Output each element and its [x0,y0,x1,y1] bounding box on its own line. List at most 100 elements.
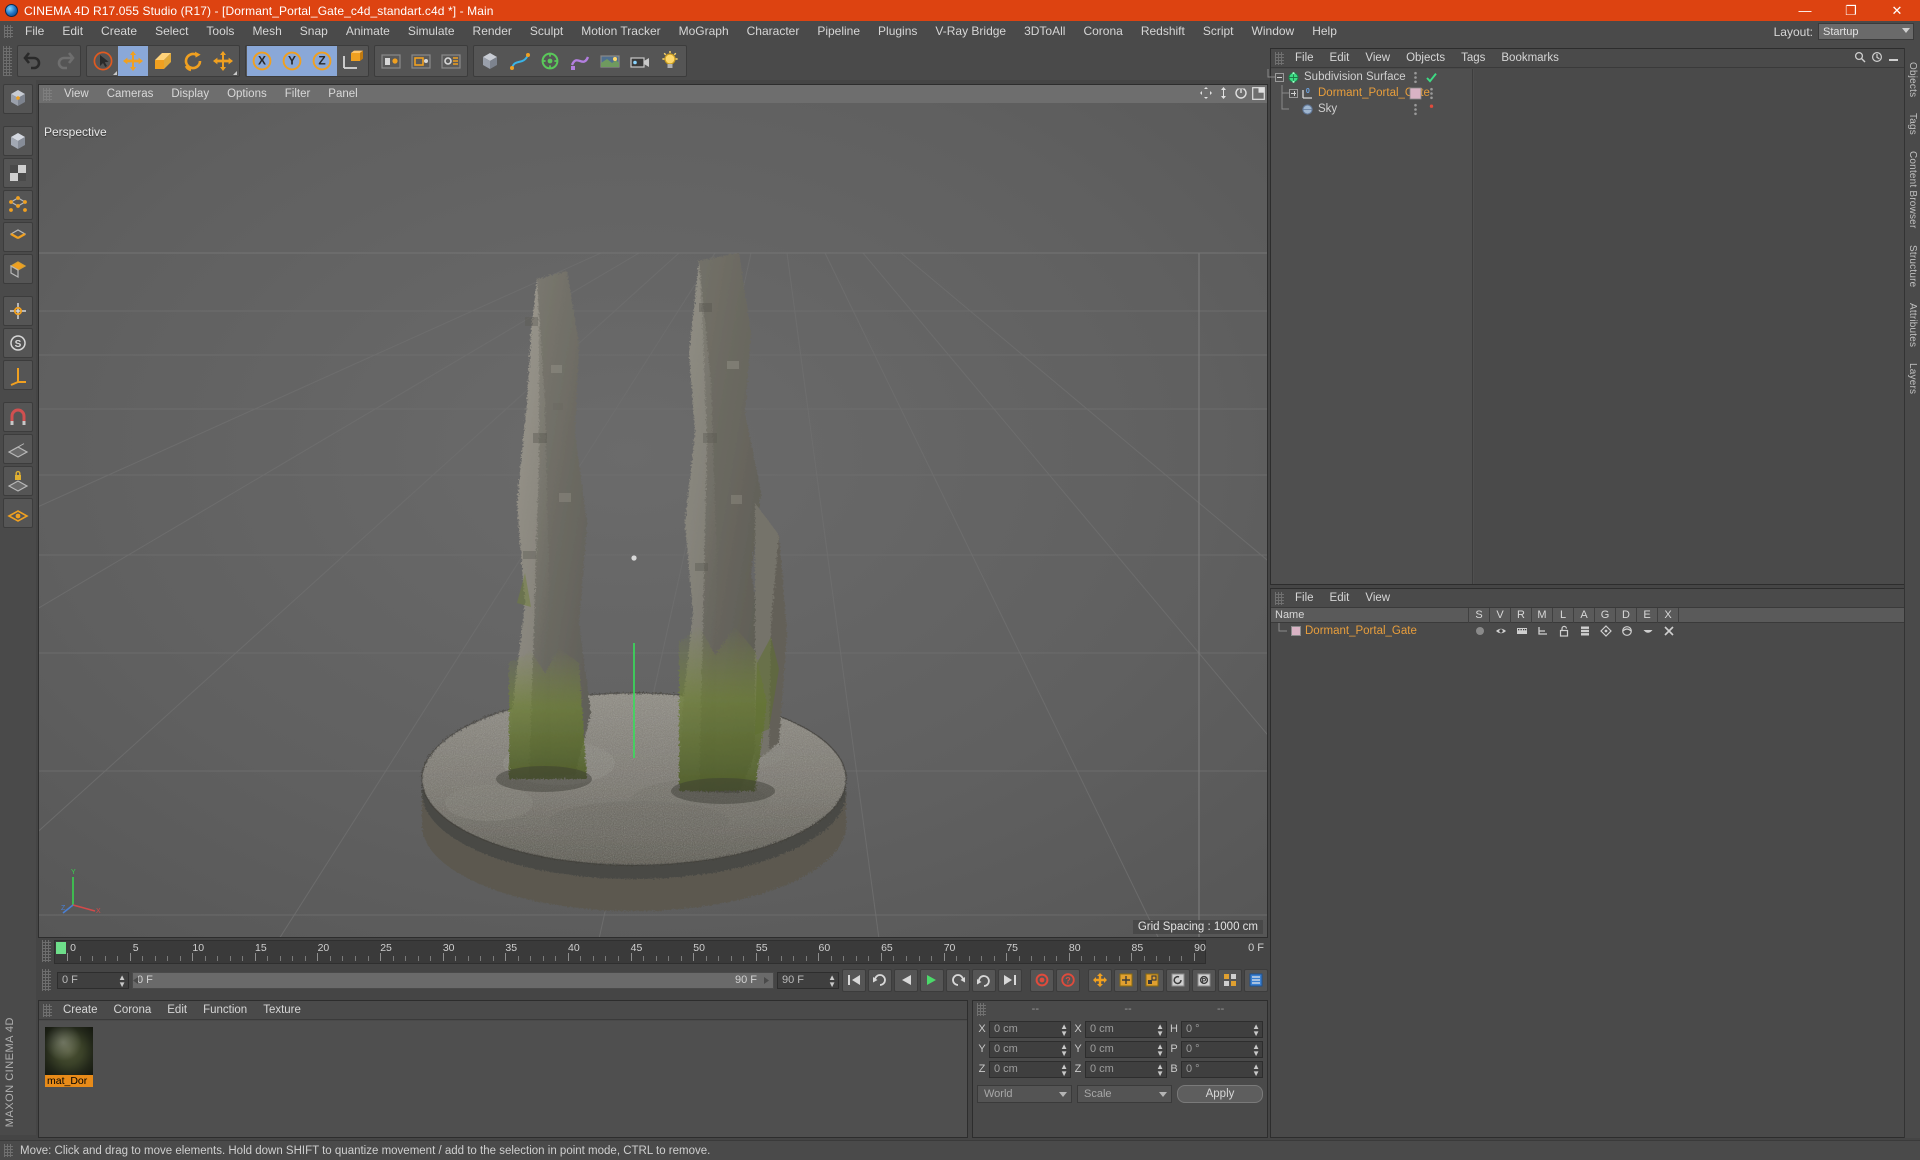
transform-mode-dropdown[interactable]: Scale [1077,1085,1172,1103]
material-list[interactable]: mat_Dor [39,1021,967,1137]
minimize-button[interactable]: — [1782,0,1828,21]
menu-script[interactable]: Script [1194,21,1243,42]
object-row[interactable]: 0 Dormant_Portal_Gate [1271,85,1472,101]
frame-range-slider[interactable]: 0 F 90 F [132,971,774,989]
play-forward-button[interactable] [920,968,944,992]
red-dot-tag[interactable] [1425,103,1438,116]
pla-key-button[interactable] [1218,968,1242,992]
visibility-dots-tag[interactable] [1409,71,1422,84]
toolbar-grip-icon[interactable] [3,46,12,76]
right-tab-structure[interactable]: Structure [1906,237,1919,295]
step-forward-button[interactable] [946,968,970,992]
render-view-button[interactable] [376,46,406,76]
orbit-icon[interactable] [1234,86,1248,100]
lock-y-button[interactable]: Y [277,46,307,76]
viewport-grip-icon[interactable] [43,87,52,101]
status-grip-icon[interactable] [4,1144,13,1157]
attribute-rows[interactable]: Dormant_Portal_Gate [1271,622,1917,639]
rotation-key-button[interactable] [1166,968,1190,992]
attribute-menu-file[interactable]: File [1287,589,1322,608]
scale-key-icon[interactable] [1144,972,1160,988]
render-film-icon[interactable] [1516,625,1528,637]
current-frame-input[interactable]: 0 F ▲ ▼ [57,971,129,989]
step-back-button[interactable] [868,968,892,992]
corner-triangle-icon[interactable] [233,71,237,75]
object-menu-view[interactable]: View [1357,49,1398,68]
menu-mograph[interactable]: MoGraph [670,21,738,42]
attribute-cell[interactable] [1574,625,1595,637]
param-key-icon[interactable]: P [1196,972,1212,988]
column-header-l[interactable]: L [1553,607,1574,623]
material-menu-create[interactable]: Create [55,1001,106,1020]
object-menu-bookmarks[interactable]: Bookmarks [1493,49,1567,68]
transport-grip-icon[interactable] [42,969,51,991]
lock-z-button[interactable]: Z [307,46,337,76]
add-deformer-button[interactable] [565,46,595,76]
history-icon[interactable] [1871,51,1883,63]
coordinate-system-dropdown[interactable]: World [977,1085,1072,1103]
spinner-icon[interactable]: ▲ ▼ [1252,1042,1260,1057]
object-tree[interactable]: Subdivision Surface 0 Dormant_Portal_Gate S… [1267,69,1473,584]
add-camera-button[interactable] [625,46,655,76]
spinner-icon[interactable]: ▲ ▼ [828,973,836,988]
material-menu-corona[interactable]: Corona [106,1001,160,1020]
viewport-panel[interactable]: View Cameras Display Options Filter Panel [38,84,1268,938]
viewport-menu-cameras[interactable]: Cameras [98,85,163,103]
viewport-menu-filter[interactable]: Filter [276,85,320,103]
undo-button[interactable] [19,46,49,76]
menu-sculpt[interactable]: Sculpt [521,21,572,42]
autokey-button[interactable]: ? [1056,968,1080,992]
loop-icon[interactable] [976,972,992,988]
skip-start-icon[interactable] [846,972,862,988]
right-tab-attributes[interactable]: Attributes [1906,295,1919,355]
material-item[interactable]: mat_Dor [45,1027,93,1087]
expander-toggle-icon[interactable] [1275,72,1284,82]
lock-workplane-button[interactable] [3,466,33,496]
attribute-cell[interactable] [1469,625,1490,637]
menu-pipeline[interactable]: Pipeline [808,21,869,42]
redo-button[interactable] [49,46,79,76]
workplane-button[interactable] [3,434,33,464]
size-z-input[interactable]: 0 cm ▲ ▼ [1085,1060,1167,1078]
world-object-coord-button[interactable] [337,46,367,76]
rotate-tool-button[interactable] [178,46,208,76]
right-tab-content-browser[interactable]: Content Browser [1906,143,1919,236]
attribute-menu-view[interactable]: View [1357,589,1398,608]
viewport-menu-panel[interactable]: Panel [319,85,366,103]
right-tab-layers[interactable]: Layers [1906,355,1919,402]
size-x-input[interactable]: 0 cm ▲ ▼ [1085,1020,1167,1038]
column-header-m[interactable]: M [1532,607,1553,623]
column-header-e[interactable]: E [1637,607,1658,623]
pos-x-input[interactable]: 0 cm ▲ ▼ [989,1020,1071,1038]
menu-simulate[interactable]: Simulate [399,21,464,42]
menu-render[interactable]: Render [464,21,521,42]
column-header-name[interactable]: Name [1271,607,1469,623]
sphere-preview-icon[interactable] [1474,625,1486,637]
spinner-icon[interactable]: ▲ ▼ [1060,1042,1068,1057]
generator-icon[interactable] [1599,625,1612,637]
menu-3dtoall[interactable]: 3DToAll [1015,21,1074,42]
size-y-input[interactable]: 0 cm ▲ ▼ [1085,1040,1167,1058]
record-icon[interactable] [1034,972,1050,988]
object-menu-objects[interactable]: Objects [1398,49,1453,68]
layout-dropdown[interactable]: Startup [1818,23,1914,40]
spinner-icon[interactable]: ▲ ▼ [1156,1022,1164,1037]
add-environment-button[interactable] [595,46,625,76]
layers-icon[interactable] [1579,625,1591,637]
hierarchy-icon[interactable] [1537,625,1549,637]
dope-sheet-button[interactable] [1244,968,1268,992]
spinner-icon[interactable]: ▲ ▼ [1156,1042,1164,1057]
loop-button[interactable] [972,968,996,992]
material-manager-grip-icon[interactable] [43,1003,52,1017]
spinner-icon[interactable]: ▲ ▼ [1252,1022,1260,1037]
polygons-mode-button[interactable] [3,254,33,284]
live-selection-button[interactable] [88,46,118,76]
apply-button[interactable]: Apply [1177,1085,1263,1103]
position-key-icon[interactable] [1118,972,1134,988]
attribute-cell[interactable] [1595,625,1616,637]
current-frame-marker[interactable] [56,942,66,954]
next-key-icon[interactable] [950,972,966,988]
spinner-icon[interactable]: ▲ ▼ [1156,1062,1164,1077]
column-header-a[interactable]: A [1574,607,1595,623]
add-cube-button[interactable] [475,46,505,76]
